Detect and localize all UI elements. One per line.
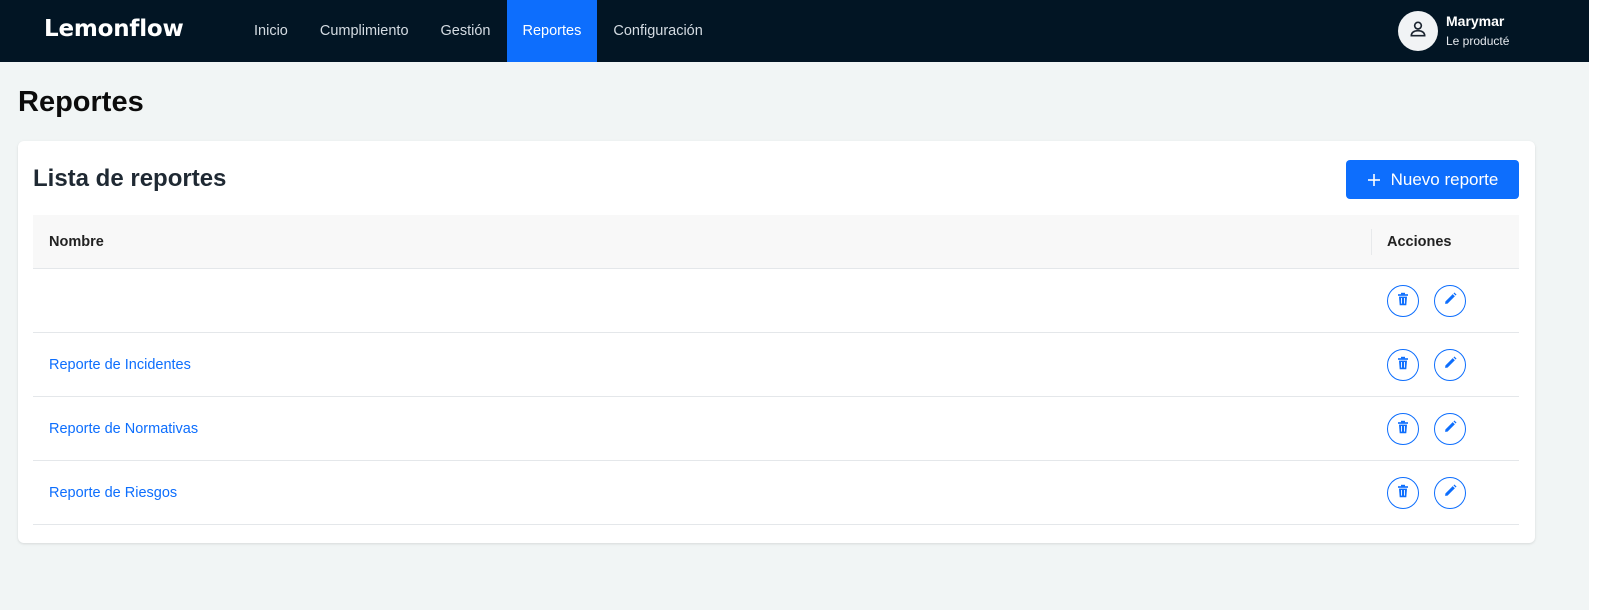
edit-button[interactable] [1434,413,1466,445]
nav-item-reportes[interactable]: Reportes [506,0,598,62]
page-title: Reportes [18,86,144,118]
nav-item-cumplimiento[interactable]: Cumplimiento [304,0,425,62]
table-row [33,269,1519,333]
column-divider[interactable] [1371,229,1372,255]
reports-card: Lista de reportes Nuevo reporte Nombre A… [18,141,1535,543]
table-row: Reporte de Incidentes [33,333,1519,397]
report-name-link[interactable]: Reporte de Normativas [49,397,198,460]
table-header: Nombre Acciones [33,215,1519,269]
nav-item-configuracion[interactable]: Configuración [597,0,718,62]
pencil-icon [1444,356,1457,374]
delete-button[interactable] [1387,413,1419,445]
pencil-icon [1444,484,1457,502]
trash-icon [1396,484,1410,503]
user-name: Marymar [1446,13,1505,30]
scrollbar-gutter[interactable] [1589,0,1599,610]
table-row: Reporte de Normativas [33,397,1519,461]
nav-item-gestion[interactable]: Gestión [425,0,507,62]
new-report-button[interactable]: Nuevo reporte [1346,160,1519,199]
user-menu[interactable]: Marymar Le producté [1398,11,1509,51]
delete-button[interactable] [1387,477,1419,509]
edit-button[interactable] [1434,285,1466,317]
user-role: Le producté [1446,33,1510,48]
delete-button[interactable] [1387,349,1419,381]
column-header-acciones: Acciones [1387,234,1452,250]
page-background: Lemonflow Inicio Cumplimiento Gestión Re… [0,0,1589,610]
trash-icon [1396,356,1410,375]
avatar[interactable] [1398,11,1438,51]
edit-button[interactable] [1434,349,1466,381]
plus-icon [1367,173,1381,187]
edit-button[interactable] [1434,477,1466,509]
table-row: Reporte de Riesgos [33,461,1519,525]
card-title: Lista de reportes [33,165,227,192]
delete-button[interactable] [1387,285,1419,317]
user-icon [1408,19,1428,44]
top-navbar: Lemonflow Inicio Cumplimiento Gestión Re… [0,0,1589,62]
new-report-label: Nuevo reporte [1390,169,1499,189]
pencil-icon [1444,292,1457,310]
trash-icon [1396,420,1410,439]
column-header-nombre[interactable]: Nombre [49,215,104,269]
reports-table: Nombre Acciones Reporte de Incidentes Re… [33,215,1519,525]
trash-icon [1396,292,1410,311]
main-nav: Inicio Cumplimiento Gestión Reportes Con… [238,0,719,62]
pencil-icon [1444,420,1457,438]
user-info: Marymar Le producté [1446,13,1509,49]
brand-logo[interactable]: Lemonflow [44,16,184,42]
nav-item-inicio[interactable]: Inicio [238,0,304,62]
report-name-link[interactable]: Reporte de Incidentes [49,333,191,396]
report-name-link[interactable]: Reporte de Riesgos [49,461,177,524]
